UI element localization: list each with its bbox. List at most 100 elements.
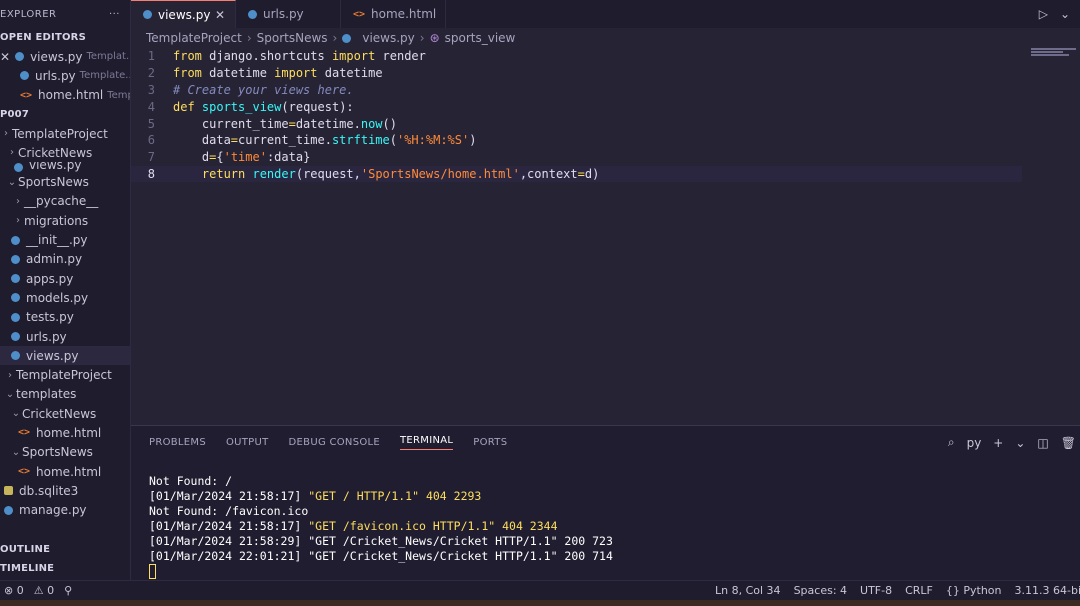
tree-file-models[interactable]: models.py [0,288,130,307]
code-text: datetime [317,66,383,81]
breadcrumb-item[interactable]: SportsNews [257,31,328,45]
python-interpreter[interactable]: 3.11.3 64-bit [1015,584,1080,597]
outline-section[interactable]: OUTLINE [0,540,130,559]
explorer-sidebar: EXPLORER ··· OPEN EDITORS ✕ views.py Tem… [0,0,131,580]
chevron-down-icon: ⌄ [11,446,21,458]
tab-terminal[interactable]: TERMINAL [400,435,454,450]
chevron-down-icon[interactable]: ⌄ [1015,436,1025,450]
open-editors-section[interactable]: OPEN EDITORS [0,28,130,47]
tree-folder-templates-cricketnews[interactable]: ⌄ CricketNews [0,404,130,423]
tab-urls[interactable]: urls.py [236,0,341,28]
code-editor[interactable]: 1 from django.shortcuts import render 2 fr… [131,48,1080,424]
code-line[interactable]: 1 from django.shortcuts import render [131,48,1080,65]
python-file-icon [11,274,20,284]
open-editor-hint: Templat... [86,51,131,63]
encoding[interactable]: UTF-8 [860,584,892,597]
project-section[interactable]: P007 [0,105,130,124]
tree-file-sports-home[interactable]: <> home.html [0,462,130,481]
line-number: 6 [147,133,155,148]
keyword: import [331,49,376,64]
tab-debug-console[interactable]: DEBUG CONSOLE [289,437,380,448]
log-timestamp: [01/Mar/2024 21:58:17] [149,519,309,533]
minimap[interactable] [1031,48,1076,62]
shell-name[interactable]: py [967,436,982,450]
tree-folder-templateproject[interactable]: › TemplateProject [0,124,130,143]
tree-file-cricket-home[interactable]: <> home.html [0,423,130,442]
tree-folder-cricketnews[interactable]: › CricketNews [0,143,130,162]
tree-folder-migrations[interactable]: › migrations [0,211,130,230]
python-file-icon [11,312,20,322]
code-text: datetime. [295,116,361,131]
chevron-down-icon[interactable]: ⌄ [1060,7,1070,21]
tree-folder-sportsnews[interactable]: ⌄ SportsNews [0,172,130,191]
tab-output[interactable]: OUTPUT [226,437,269,448]
indentation[interactable]: Spaces: 4 [794,584,847,597]
line-number: 8 [147,166,155,181]
warnings-indicator[interactable]: ⚠ 0 [34,584,54,597]
tab-ports[interactable]: PORTS [473,437,507,448]
code-line-current[interactable]: 8 return render(request,'SportsNews/home… [131,165,1022,183]
tree-file-manage[interactable]: manage.py [0,501,130,520]
close-icon[interactable]: ✕ [0,50,10,64]
symbol-icon: ⊛ [429,31,440,45]
tab-label: views.py [158,7,211,22]
ports-icon[interactable]: ⚲ [64,584,72,597]
code-line[interactable]: 5 current_time=datetime.now() [131,115,1080,132]
open-editor-urls[interactable]: urls.py Template... [0,66,130,85]
more-actions-icon[interactable]: ··· [109,9,120,20]
open-editor-name: views.py [30,49,83,64]
tree-folder-templateproject-inner[interactable]: › TemplateProject [0,365,130,384]
chevron-right-icon: › [246,31,252,45]
python-file-icon [15,52,25,62]
terminal-output[interactable]: Not Found: / [01/Mar/2024 21:58:17] "GET… [149,474,613,579]
breadcrumb-item[interactable]: sports_view [445,31,516,45]
open-editor-home[interactable]: <> home.html Temp... [0,86,130,105]
code-line[interactable]: 4 def sports_view(request): [131,98,1080,115]
open-editor-name: urls.py [35,68,76,83]
tree-file-views[interactable]: views.py [0,162,130,173]
code-text: data [173,133,231,148]
chevron-right-icon: › [4,128,8,140]
tree-file-tests[interactable]: tests.py [0,308,130,327]
tree-file-db[interactable]: db.sqlite3 [0,481,130,500]
chevron-right-icon: › [16,195,20,207]
split-terminal-icon[interactable]: ◫ [1037,436,1048,450]
tree-file-urls[interactable]: urls.py [0,327,130,346]
tree-folder-pycache[interactable]: › __pycache__ [0,192,130,211]
python-file-icon [4,505,13,515]
run-icon[interactable]: ▷ [1039,7,1048,21]
breadcrumb-item[interactable]: TemplateProject [146,31,242,45]
close-icon[interactable]: ✕ [215,8,225,22]
tree-folder-templates-sportsnews[interactable]: ⌄ SportsNews [0,443,130,462]
tree-label: db.sqlite3 [19,483,79,498]
tree-folder-templates[interactable]: ⌄ templates [0,385,130,404]
add-terminal-icon[interactable]: + [993,436,1003,450]
line-endings[interactable]: CRLF [905,584,933,597]
open-editor-hint: Template... [79,70,131,82]
open-editor-name: home.html [38,88,104,103]
cursor-position[interactable]: Ln 8, Col 34 [715,584,781,597]
trash-icon[interactable]: 🗑 [1061,436,1076,450]
code-line[interactable]: 7 d={'time':data} [131,149,1080,166]
code-line[interactable]: 3 # Create your views here. [131,82,1080,99]
problems-indicator[interactable]: ⊗ 0 [4,584,24,597]
tab-views[interactable]: views.py ✕ [131,0,236,28]
breadcrumb-item[interactable]: views.py [362,31,414,45]
terminal-icon: ⌕ [947,435,955,449]
language-mode[interactable]: {} Python [946,584,1002,597]
tree-file-views-selected[interactable]: views.py [0,346,130,366]
tab-problems[interactable]: PROBLEMS [149,437,206,448]
tree-file-init[interactable]: __init__.py [0,230,130,249]
open-editor-views[interactable]: ✕ views.py Templat... [0,47,130,66]
tree-file-admin[interactable]: admin.py [0,250,130,269]
terminal-prompt[interactable] [149,564,613,579]
code-text: django.shortcuts [201,49,332,64]
tab-home[interactable]: <> home.html [341,0,446,28]
code-line[interactable]: 6 data=current_time.strftime('%H:%M:%S') [131,132,1080,149]
tree-file-apps[interactable]: apps.py [0,269,130,288]
timeline-section[interactable]: TIMELINE [0,559,130,578]
tree-label: views.py [29,162,82,173]
tree-label: home.html [36,425,102,440]
line-number: 1 [147,49,155,64]
code-line[interactable]: 2 from datetime import datetime [131,65,1080,82]
